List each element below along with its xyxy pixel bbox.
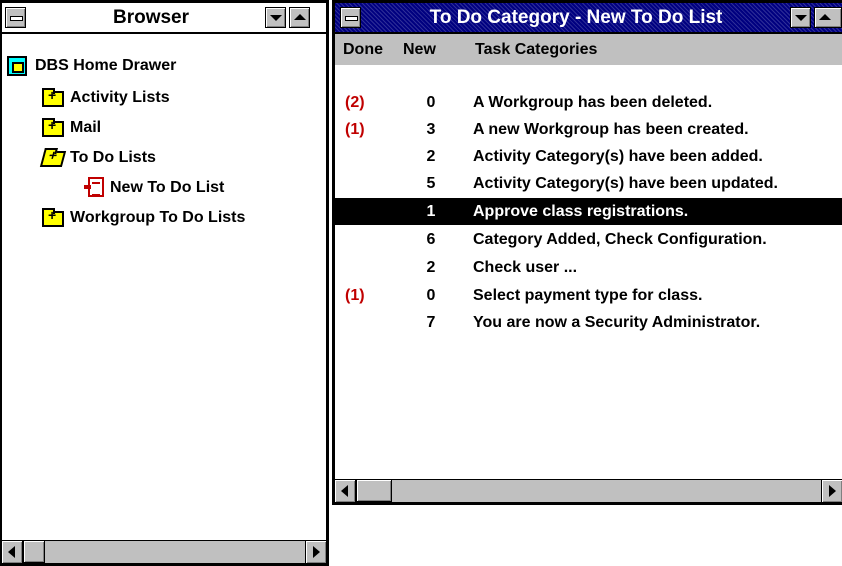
maximize-icon: [819, 14, 831, 20]
new-count: 3: [426, 121, 436, 138]
browser-maximize-button[interactable]: [289, 7, 310, 28]
todo-maximize-button[interactable]: [814, 7, 842, 28]
table-row[interactable]: 2 Activity Category(s) have been added.: [335, 143, 842, 170]
new-count: 6: [426, 231, 436, 248]
table-row[interactable]: 6 Category Added, Check Configuration.: [335, 226, 842, 253]
todo-horizontal-scrollbar[interactable]: [335, 479, 842, 502]
task-category-list: (2) 0 A Workgroup has been deleted. (1) …: [335, 65, 842, 478]
done-count: (1): [345, 287, 365, 304]
task-category: Check user ...: [473, 259, 578, 276]
table-row[interactable]: 2 Check user ...: [335, 254, 842, 281]
tree-item-label: Mail: [70, 119, 102, 136]
arrow-left-icon: [8, 546, 15, 558]
tree-item-label: Workgroup To Do Lists: [70, 209, 246, 226]
minimize-icon: [795, 15, 807, 21]
table-row[interactable]: 7 You are now a Security Administrator.: [335, 309, 842, 336]
scroll-left-button[interactable]: [2, 541, 23, 563]
task-category: You are now a Security Administrator.: [473, 314, 761, 331]
tree-item-label: New To Do List: [110, 179, 225, 196]
todo-title: To Do Category - New To Do List: [429, 7, 723, 28]
browser-window: Browser DBS Home Drawer + Activity Lists…: [0, 0, 329, 566]
todo-title-bar[interactable]: To Do Category - New To Do List: [335, 3, 842, 34]
browser-tree: DBS Home Drawer + Activity Lists + Mail …: [2, 34, 326, 537]
browser-title: Browser: [112, 7, 190, 28]
tree-item-label: To Do Lists: [70, 149, 156, 166]
done-count: (2): [345, 94, 365, 111]
scroll-right-button[interactable]: [305, 541, 326, 563]
browser-system-menu-button[interactable]: [5, 7, 26, 28]
maximize-icon: [294, 14, 306, 20]
new-count: 2: [426, 259, 436, 276]
folder-closed-icon: +: [42, 87, 64, 107]
scroll-left-button[interactable]: [335, 480, 356, 502]
column-header-done[interactable]: Done: [343, 34, 383, 65]
table-row-selected[interactable]: 1 Approve class registrations.: [335, 198, 842, 225]
task-category: Activity Category(s) have been added.: [473, 148, 763, 165]
done-count: (1): [345, 121, 365, 138]
arrow-right-icon: [829, 485, 836, 497]
table-row[interactable]: (2) 0 A Workgroup has been deleted.: [335, 89, 842, 116]
task-category: Activity Category(s) have been updated.: [473, 175, 778, 192]
table-row[interactable]: (1) 0 Select payment type for class.: [335, 282, 842, 309]
tree-item-label: DBS Home Drawer: [35, 57, 177, 74]
new-count: 7: [426, 314, 436, 331]
arrow-left-icon: [341, 485, 348, 497]
column-header-task-categories[interactable]: Task Categories: [475, 34, 597, 65]
todo-list-icon: [84, 177, 104, 197]
browser-title-bar[interactable]: Browser: [2, 3, 326, 34]
task-category: Select payment type for class.: [473, 287, 703, 304]
column-header-row: Done New Task Categories: [335, 34, 842, 66]
tree-item-dbs-home-drawer[interactable]: DBS Home Drawer: [5, 52, 305, 80]
todo-system-menu-button[interactable]: [340, 7, 361, 28]
table-row[interactable]: (1) 3 A new Workgroup has been created.: [335, 116, 842, 143]
scroll-thumb[interactable]: [356, 480, 392, 502]
task-category: A Workgroup has been deleted.: [473, 94, 713, 111]
browser-horizontal-scrollbar[interactable]: [2, 540, 326, 563]
folder-closed-icon: +: [42, 207, 64, 227]
new-count: 5: [426, 175, 436, 192]
new-count: 2: [426, 148, 436, 165]
todo-category-window: To Do Category - New To Do List Done New…: [332, 0, 842, 505]
new-count: 0: [426, 287, 436, 304]
tree-item-mail[interactable]: + Mail: [42, 114, 302, 142]
drawer-icon: [7, 56, 27, 76]
tree-item-to-do-lists[interactable]: + To Do Lists: [39, 144, 302, 172]
task-category: Approve class registrations.: [473, 203, 689, 220]
table-row[interactable]: 5 Activity Category(s) have been updated…: [335, 170, 842, 197]
tree-item-workgroup-to-do-lists[interactable]: + Workgroup To Do Lists: [42, 204, 322, 232]
new-count: 1: [426, 203, 436, 220]
column-header-new[interactable]: New: [403, 34, 436, 65]
todo-minimize-button[interactable]: [790, 7, 811, 28]
browser-minimize-button[interactable]: [265, 7, 286, 28]
arrow-right-icon: [313, 546, 320, 558]
scroll-thumb[interactable]: [23, 541, 45, 563]
task-category: A new Workgroup has been created.: [473, 121, 749, 138]
tree-item-new-to-do-list[interactable]: New To Do List: [80, 174, 310, 202]
tree-item-activity-lists[interactable]: + Activity Lists: [42, 84, 302, 112]
scroll-right-button[interactable]: [821, 480, 842, 502]
minimize-icon: [270, 15, 282, 21]
folder-open-icon: +: [39, 147, 67, 167]
folder-closed-icon: +: [42, 117, 64, 137]
task-category: Category Added, Check Configuration.: [473, 231, 767, 248]
tree-item-label: Activity Lists: [70, 89, 170, 106]
new-count: 0: [426, 94, 436, 111]
